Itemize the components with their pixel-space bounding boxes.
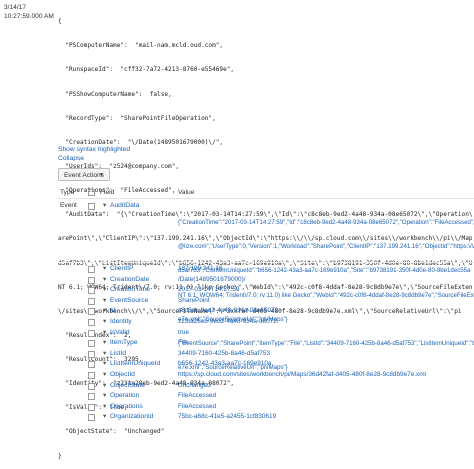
chevron-down-icon[interactable]: ▾: [103, 391, 106, 399]
event-time: 10:27:59.000 AM: [4, 13, 54, 20]
field-name[interactable]: ClientIP: [110, 265, 133, 272]
json-view-links: Show syntax highlighted Collapse: [58, 146, 130, 163]
field-value[interactable]: 137.199.241.16: [178, 265, 222, 272]
field-value[interactable]: 2017-03-14T14:27:59: [178, 286, 239, 293]
field-name[interactable]: CreationDate: [110, 276, 149, 283]
json-line: "RunspaceId": "cff32-7a72-4213-8760-e554…: [58, 66, 235, 74]
field-name[interactable]: AuditData: [110, 202, 139, 209]
field-value[interactable]: FileAccessed: [178, 403, 216, 410]
field-value[interactable]: SharePoint: [178, 297, 210, 304]
field-column-header: Field: [100, 189, 115, 196]
event-date: 3/14/17: [4, 4, 26, 11]
field-name[interactable]: ObjectId: [110, 371, 135, 378]
event-timestamp: 3/14/17 10:27:59.000 AM: [4, 3, 56, 21]
chevron-down-icon[interactable]: ▾: [103, 328, 106, 336]
field-table-header: Type Field Value: [0, 189, 474, 198]
chevron-down-icon[interactable]: ▾: [103, 359, 106, 367]
field-checkbox[interactable]: [88, 372, 95, 379]
field-name[interactable]: IsValid: [110, 329, 130, 336]
json-line: "PSComputerName": "mail-nam.mcld.oud.com…: [58, 42, 224, 50]
field-value[interactable]: Unchanged: [178, 382, 211, 389]
field-checkbox[interactable]: [88, 350, 95, 358]
json-line: "RecordType": "SharePointFileOperation",: [58, 114, 216, 122]
field-name[interactable]: Id: [110, 307, 116, 314]
event-actions-button[interactable]: Event Actions ▼: [58, 168, 110, 181]
field-checkbox[interactable]: [88, 319, 95, 326]
json-line: "ObjectState": "Unchanged": [58, 428, 165, 436]
field-value[interactable]: File: [178, 339, 188, 346]
json-line: "PSShowComputerName": false,: [58, 90, 172, 98]
field-checkbox[interactable]: [88, 340, 95, 348]
chevron-down-icon[interactable]: ▾: [103, 402, 106, 410]
field-value[interactable]: /Date(1489501679000)/: [178, 276, 246, 283]
chevron-down-icon[interactable]: ▾: [103, 306, 106, 314]
show-syntax-highlighted-link[interactable]: Show syntax highlighted: [58, 146, 130, 155]
auditdata-line: @lize.com","UserType":0,"Version":1,"Wor…: [178, 243, 474, 251]
field-value[interactable]: z23ta28eb-9ed2-4a48-934a-08072: [178, 318, 277, 325]
field-checkbox[interactable]: [88, 361, 95, 369]
field-checkbox[interactable]: [88, 414, 95, 422]
json-line: }: [58, 452, 62, 460]
collapse-link[interactable]: Collapse: [58, 155, 130, 164]
field-checkbox[interactable]: [88, 297, 95, 305]
chevron-down-icon[interactable]: ▾: [103, 296, 106, 304]
field-value[interactable]: FileAccessed: [178, 392, 216, 399]
json-line: "UserIds": "z524@company.com",: [58, 162, 180, 170]
field-checkbox[interactable]: [88, 287, 95, 295]
field-value[interactable]: true: [178, 329, 189, 336]
chevron-down-icon[interactable]: ▾: [103, 201, 106, 209]
value-column-header: Value: [178, 189, 195, 196]
field-checkbox[interactable]: [88, 393, 95, 401]
field-checkbox[interactable]: [88, 203, 95, 210]
field-checkbox[interactable]: [88, 329, 95, 337]
field-value[interactable]: 75bc-a68c-41e5-a2455-1cf830619: [178, 413, 276, 420]
chevron-down-icon[interactable]: ▾: [103, 381, 106, 389]
json-line: {: [58, 18, 62, 26]
chevron-down-icon[interactable]: ▾: [103, 264, 106, 272]
field-name[interactable]: ListItemUniqueId: [110, 360, 160, 367]
chevron-down-icon[interactable]: ▾: [103, 285, 106, 293]
auditdata-line: {"CreationTime":"2017-03-14T14:27:59","I…: [178, 219, 474, 227]
field-value[interactable]: https://sp.cloud.com/sites/workbench/pi/…: [178, 371, 426, 378]
field-name[interactable]: OrganizationId: [110, 413, 154, 420]
field-name[interactable]: ObjectState: [110, 382, 145, 389]
chevron-down-icon[interactable]: ▾: [103, 349, 106, 357]
field-value[interactable]: 34409-7160-425b-8a46-d5af753: [178, 350, 270, 357]
field-checkbox[interactable]: [88, 382, 95, 390]
field-name[interactable]: Operations: [110, 403, 143, 410]
event-actions-label: Event Actions: [64, 172, 104, 179]
field-value[interactable]: c8c8eb-9ed2-4a48-934a-08e65072: [178, 307, 278, 314]
row-divider: [58, 262, 474, 263]
header-divider: [58, 198, 474, 199]
type-column-header: Type: [60, 189, 75, 196]
chevron-down-icon[interactable]: ▾: [103, 412, 106, 420]
field-checkbox[interactable]: [88, 308, 95, 316]
field-name[interactable]: CreationTime: [110, 286, 150, 293]
field-name[interactable]: ListId: [110, 350, 126, 357]
chevron-down-icon[interactable]: ▾: [103, 370, 106, 378]
field-checkbox[interactable]: [88, 266, 95, 273]
field-checkbox[interactable]: [88, 403, 95, 411]
field-name[interactable]: Identity: [110, 318, 132, 325]
field-name[interactable]: EventSource: [110, 297, 148, 304]
chevron-down-icon[interactable]: ▾: [103, 275, 106, 283]
chevron-down-icon[interactable]: ▾: [103, 317, 106, 325]
field-value[interactable]: b656-1242-43a3-aa7c-169e910a: [178, 360, 271, 367]
chevron-down-icon[interactable]: ▾: [103, 338, 106, 346]
field-name[interactable]: ItemType: [110, 339, 138, 346]
field-checkbox[interactable]: [88, 276, 95, 284]
field-name[interactable]: Operation: [110, 392, 139, 399]
caret-down-icon: ▼: [99, 172, 104, 178]
field-row-organizationid: ▾ OrganizationId 75bc-a68c-41e5-a2455-1c…: [60, 412, 474, 424]
